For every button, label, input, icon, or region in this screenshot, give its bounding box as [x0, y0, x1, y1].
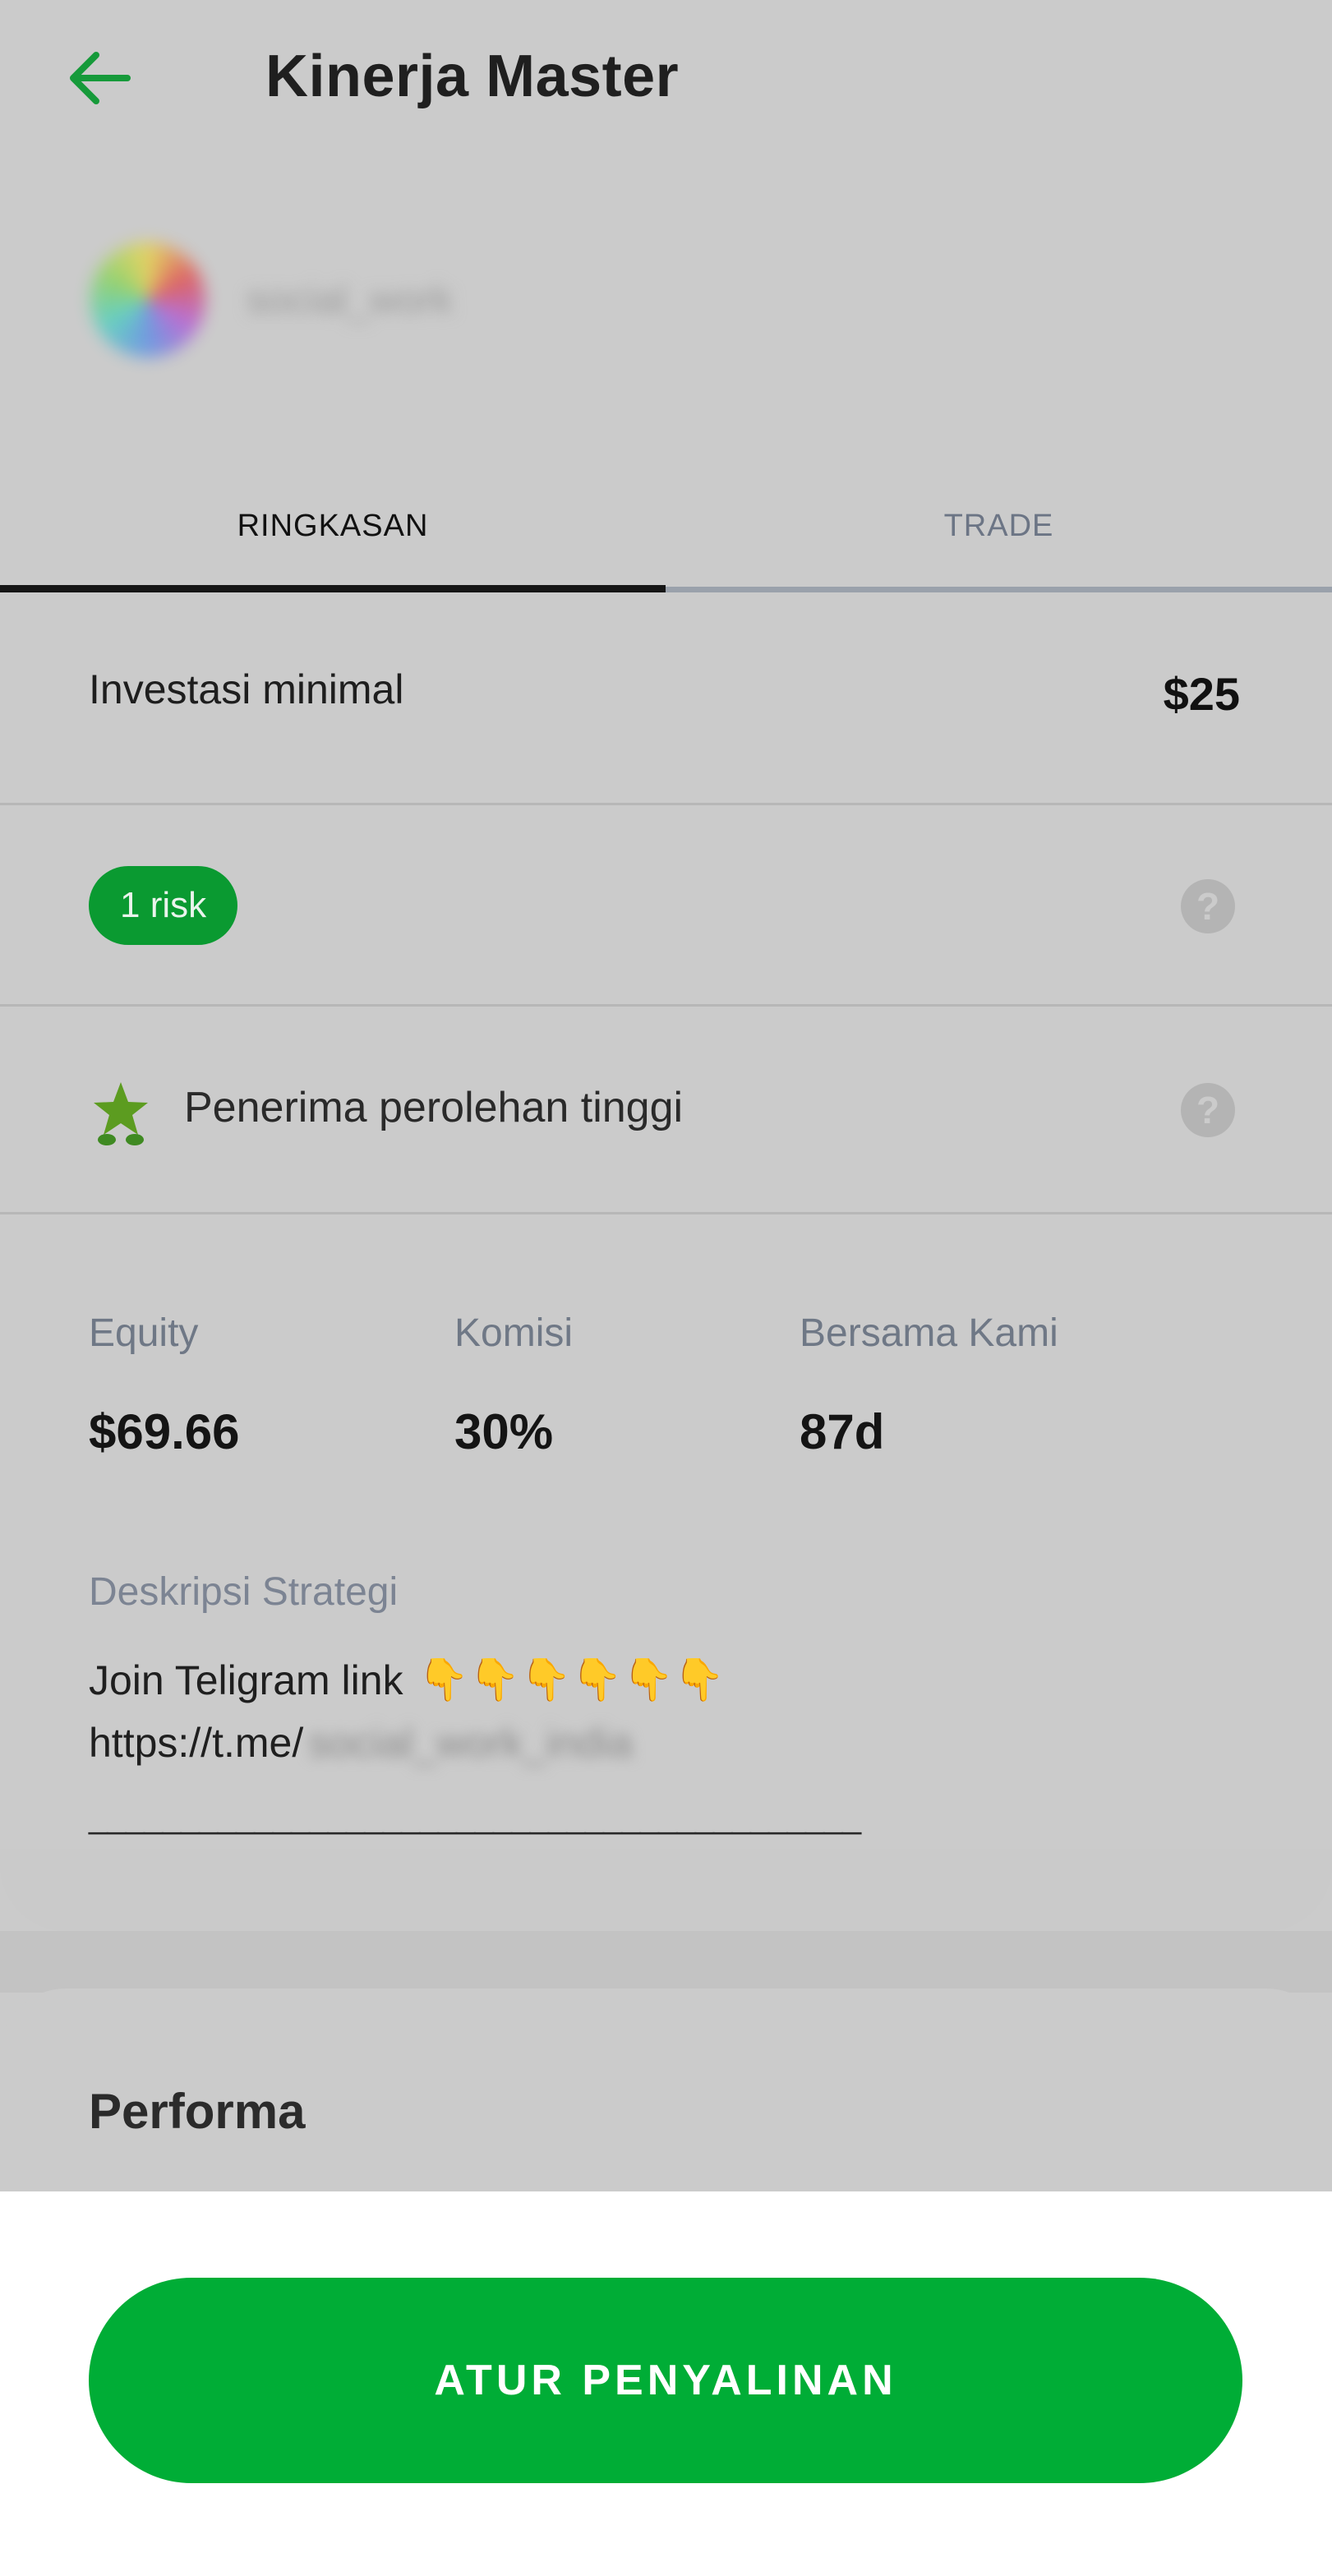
stat-equity-value: $69.66 [89, 1404, 240, 1459]
tab-trade[interactable]: TRADE [666, 460, 1332, 592]
back-button[interactable] [62, 41, 136, 115]
stat-with-us-value: 87d [800, 1404, 885, 1459]
page-title: Kinerja Master [265, 44, 680, 109]
arrow-left-icon [70, 52, 131, 104]
stat-with-us-label: Bersama Kami [800, 1311, 1058, 1355]
row-divider [0, 1212, 1332, 1214]
strategy-description-label: Deskripsi Strategi [89, 1570, 399, 1614]
stat-commission-value: 30% [454, 1404, 554, 1459]
strategy-text-line: Join Teligram link 👇👇👇👇👇👇 [89, 1656, 725, 1704]
tab-ringkasan[interactable]: RINGKASAN [0, 460, 666, 592]
tab-indicator-track [666, 587, 1332, 592]
pointing-down-emojis: 👇👇👇👇👇👇 [417, 1657, 726, 1703]
min-investment-label: Investasi minimal [89, 666, 404, 712]
active-tab-indicator [0, 585, 666, 592]
row-divider [0, 1004, 1332, 1007]
set-copy-button[interactable]: ATUR PENYALINAN [89, 2278, 1242, 2483]
row-divider [0, 803, 1332, 805]
link-prefix: https://t.me/ [89, 1720, 304, 1766]
link-handle-blurred: social_work_india [308, 1720, 633, 1766]
help-icon[interactable]: ? [1181, 879, 1235, 933]
stat-commission-label: Komisi [454, 1311, 574, 1355]
high-earner-label: Penerima perolehan tinggi [184, 1084, 684, 1131]
min-investment-value: $25 [1163, 668, 1240, 720]
telegram-link[interactable]: https://t.me/ social_work_india [89, 1719, 633, 1767]
stat-equity-label: Equity [89, 1311, 199, 1355]
risk-badge: 1 risk [89, 866, 238, 945]
master-avatar [90, 242, 205, 357]
strategy-text: Join Teligram link [89, 1657, 403, 1703]
summary-card-bottom [0, 1849, 1332, 1931]
help-icon[interactable]: ? [1181, 1083, 1235, 1137]
star-icon [94, 1082, 148, 1145]
section-gap [0, 1931, 1332, 1993]
performance-title: Performa [89, 2084, 306, 2139]
strategy-separator: ________________________________________… [89, 1796, 861, 1835]
master-name: social_work [247, 279, 453, 322]
